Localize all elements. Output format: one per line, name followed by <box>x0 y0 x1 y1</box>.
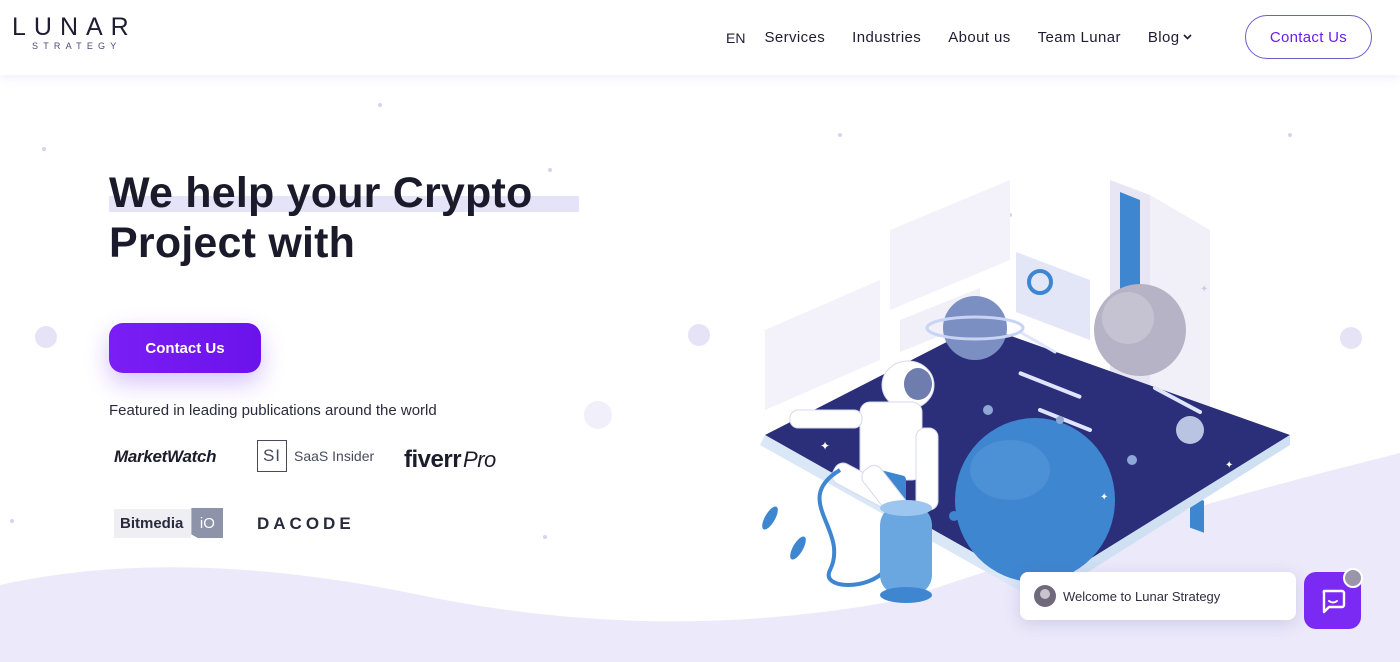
fiverr-pro-logo[interactable]: fiverr Pro <box>404 446 496 474</box>
fiverr-text: fiverr <box>404 446 462 473</box>
featured-in-text: Featured in leading publications around … <box>109 402 437 419</box>
hero-contact-button[interactable]: Contact Us <box>109 323 261 373</box>
saas-insider-text: SaaS Insider <box>294 448 375 464</box>
marketwatch-logo-watch: Watch <box>167 447 217 466</box>
language-switcher[interactable]: EN <box>726 30 745 46</box>
nav-item-team-lunar[interactable]: Team Lunar <box>1038 29 1121 46</box>
nav-item-blog[interactable]: Blog <box>1148 29 1193 46</box>
nav-item-about-us[interactable]: About us <box>948 29 1010 46</box>
chat-agent-avatar <box>1034 585 1056 607</box>
dacode-logo[interactable]: DACODE <box>257 514 355 534</box>
fiverr-pro-text: Pro <box>463 447 496 472</box>
svg-text:✦: ✦ <box>1200 284 1208 295</box>
marketwatch-logo[interactable]: Market Watch <box>114 447 217 467</box>
chat-welcome-text: Welcome to Lunar Strategy <box>1063 588 1221 604</box>
site-header: LUNAR STRATEGY EN Services Industries Ab… <box>0 0 1400 75</box>
svg-text:✦: ✦ <box>1100 492 1108 503</box>
hero-title-line-1: We help your Crypto <box>109 169 533 217</box>
chevron-down-icon <box>1183 34 1193 40</box>
logo-tagline: STRATEGY <box>32 41 122 51</box>
saas-insider-mark: SI <box>257 440 287 472</box>
hero-title: We help your Crypto Project with <box>109 168 579 268</box>
svg-text:✦: ✦ <box>820 439 830 453</box>
nav-blog-label: Blog <box>1147 28 1180 46</box>
saas-insider-logo[interactable]: SI SaaS Insider <box>257 440 374 472</box>
svg-text:✦: ✦ <box>1225 460 1233 471</box>
hero-title-line-2: Project with <box>109 219 356 267</box>
nav-item-industries[interactable]: Industries <box>852 29 921 46</box>
main-nav: EN Services Industries About us Team Lun… <box>726 27 1193 47</box>
nav-item-services[interactable]: Services <box>764 29 825 46</box>
logo-wordmark: LUNAR <box>12 13 137 41</box>
bitmedia-text: Bitmedia <box>114 508 192 538</box>
lunar-strategy-logo[interactable]: LUNAR STRATEGY <box>12 14 137 52</box>
bitmedia-io-mark: iO <box>191 508 224 538</box>
marketwatch-logo-market: Market <box>114 447 168 466</box>
chat-status-dot <box>1343 568 1363 588</box>
header-contact-button[interactable]: Contact Us <box>1245 15 1372 59</box>
bitmedia-logo[interactable]: Bitmedia iO <box>114 508 224 538</box>
chat-icon <box>1322 589 1345 613</box>
chat-welcome-bubble[interactable]: Welcome to Lunar Strategy <box>1020 572 1296 620</box>
